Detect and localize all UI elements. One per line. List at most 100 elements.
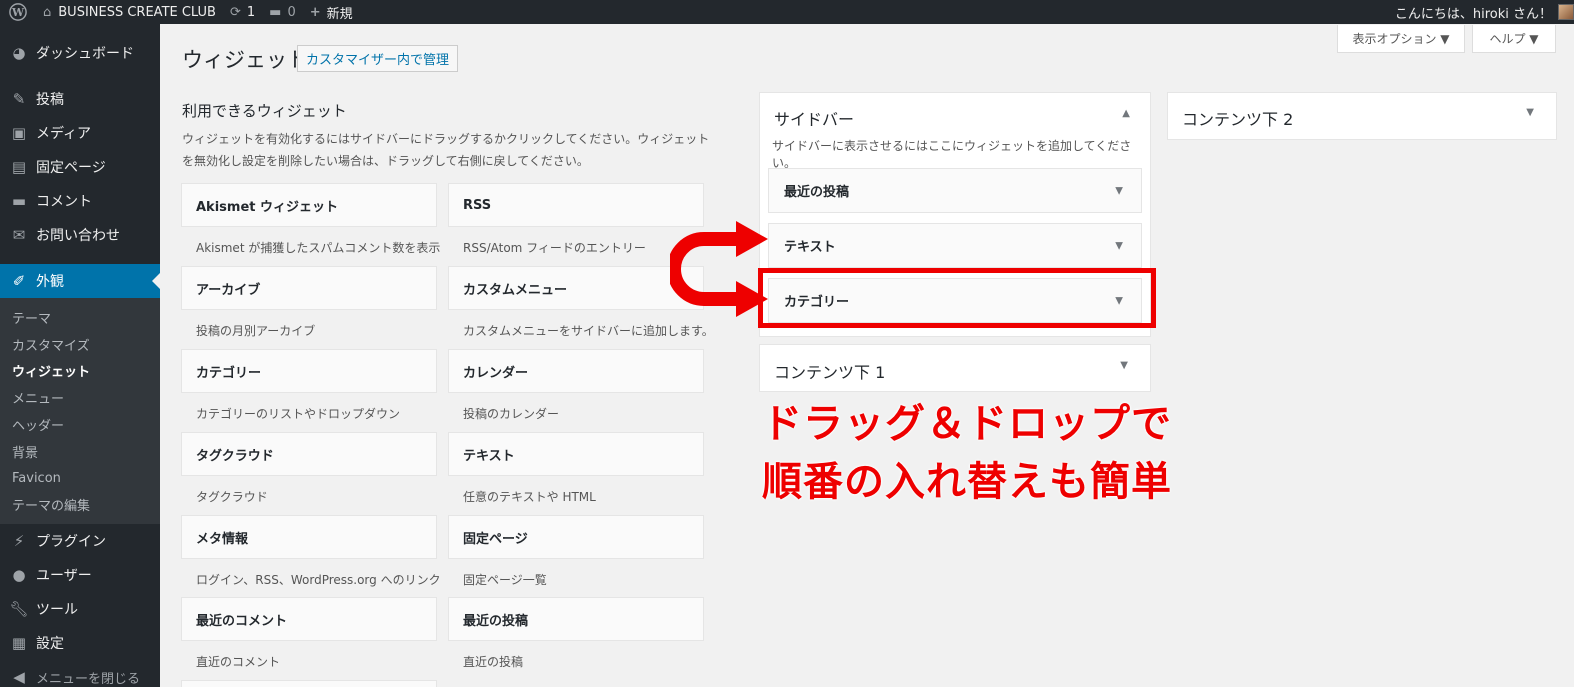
menu-label: ユーザー (36, 568, 92, 585)
user-icon: ● (12, 566, 26, 585)
widget-recent-comments[interactable]: 最近のコメント (181, 597, 437, 641)
widget-title: 最近の投稿 (784, 185, 850, 200)
appearance-submenu: テーマ カスタマイズ ウィジェット メニュー ヘッダー 背景 Favicon テ… (0, 298, 160, 525)
widget-desc: 任意のテキストや HTML (463, 490, 596, 504)
widget-calendar[interactable]: カレンダー (448, 349, 704, 393)
widget-akismet[interactable]: Akismet ウィジェット (181, 183, 437, 227)
menu-item-users[interactable]: ● ユーザー (0, 558, 160, 592)
mail-icon: ✉ (12, 226, 26, 244)
swap-arrow-icon (670, 221, 768, 317)
updates-count: 1 (246, 4, 256, 20)
comments-link[interactable]: ▬ 0 (262, 0, 303, 24)
comment-icon: ▬ (269, 4, 282, 20)
menu-label: ダッシュボード (36, 46, 134, 62)
sidebar-area-description: サイドバーに表示させるにはここにウィジェットを追加してください。 (772, 139, 1132, 170)
widget-desc: タグクラウド (196, 490, 268, 504)
menu-item-appearance[interactable]: ✐ 外観 (0, 264, 160, 298)
widget-recent-posts[interactable]: 最近の投稿 (448, 597, 704, 641)
menu-item-dashboard[interactable]: ◕ ダッシュボード (0, 36, 160, 70)
new-content-link[interactable]: + 新規 (303, 0, 360, 24)
menu-item-tools[interactable]: 🔧︎ ツール (0, 592, 160, 626)
menu-item-posts[interactable]: ✎ 投稿 (0, 82, 160, 116)
svg-text:W: W (11, 6, 25, 19)
settings-icon: ▦ (11, 634, 27, 653)
menu-label: お問い合わせ (36, 228, 120, 244)
submenu-item-favicon[interactable]: Favicon (0, 465, 160, 492)
area-title: コンテンツ下 2 (1182, 110, 1294, 129)
widget-text[interactable]: テキスト (448, 432, 704, 476)
widget-pages[interactable]: 固定ページ (448, 515, 704, 559)
plugin-icon: ⚡ (13, 532, 25, 551)
chevron-down-icon[interactable]: ▼ (1115, 240, 1123, 251)
widget-custom-menu[interactable]: カスタムメニュー (448, 266, 704, 310)
site-name: BUSINESS CREATE CLUB (58, 4, 216, 20)
menu-item-comments[interactable]: ▬ コメント (0, 184, 160, 218)
widget-desc: 投稿の月別アーカイブ (196, 324, 316, 338)
menu-item-pages[interactable]: ▤ 固定ページ (0, 150, 160, 184)
submenu-item-widgets[interactable]: ウィジェット (0, 358, 160, 385)
wordpress-logo-icon[interactable]: W (0, 0, 36, 24)
chevron-down-icon[interactable]: ▼ (1120, 360, 1128, 371)
menu-label: ツール (36, 602, 78, 619)
brush-icon: ✐ (12, 272, 26, 290)
menu-item-contact[interactable]: ✉ お問い合わせ (0, 218, 160, 252)
site-name-link[interactable]: ⌂ BUSINESS CREATE CLUB (36, 0, 223, 24)
sidebar-widget-recent-posts[interactable]: 最近の投稿 ▼ (768, 168, 1142, 213)
menu-label: メニューを閉じる (36, 671, 141, 687)
widget-desc: ログイン、RSS、WordPress.org へのリンク (196, 573, 441, 587)
menu-label: プラグイン (36, 534, 106, 551)
widget-desc: 直近のコメント (196, 655, 281, 669)
account-menu[interactable]: こんにちは、hiroki さん！ (1388, 0, 1574, 24)
widget-title: テキスト (784, 240, 836, 255)
collapse-arrow-icon: ◀ (13, 668, 25, 687)
admin-bar: W ⌂ BUSINESS CREATE CLUB ⟳ 1 ▬ 0 + 新規 こん… (0, 0, 1574, 24)
annotation-line-2: 順番の入れ替えも簡単 (762, 459, 1172, 505)
sidebar-widget-text[interactable]: テキスト ▼ (768, 223, 1142, 268)
menu-item-media[interactable]: ▣ メディア (0, 116, 160, 150)
chevron-down-icon[interactable]: ▼ (1526, 107, 1534, 118)
wrench-icon: 🔧︎ (9, 600, 29, 619)
help-button[interactable]: ヘルプ ▼ (1472, 25, 1556, 53)
submenu-item-customize[interactable]: カスタマイズ (0, 331, 160, 358)
sidebar-area-title: サイドバー (774, 110, 855, 129)
widget-desc: 固定ページ一覧 (463, 573, 547, 587)
available-widgets-description: ウィジェットを有効化するにはサイドバーにドラッグするかクリックしてください。ウィ… (182, 132, 710, 168)
widget-desc: Akismet が捕獲したスパムコメント数を表示 (196, 241, 441, 255)
menu-label: メディア (36, 126, 92, 142)
content-below-1-area[interactable]: コンテンツ下 1 ▼ (759, 344, 1151, 392)
menu-label: 外観 (36, 274, 64, 290)
widget-partial[interactable] (181, 680, 437, 687)
updates-link[interactable]: ⟳ 1 (223, 0, 262, 24)
menu-label: 投稿 (36, 92, 64, 108)
menu-label: 固定ページ (36, 160, 106, 176)
avatar (1558, 4, 1574, 20)
chevron-down-icon[interactable]: ▼ (1115, 185, 1123, 196)
area-title: コンテンツ下 1 (774, 363, 886, 382)
new-label: 新規 (326, 6, 353, 22)
manage-in-customizer-button[interactable]: カスタマイザー内で管理 (297, 45, 459, 72)
greeting: こんにちは、hiroki さん！ (1394, 6, 1552, 22)
widget-desc: 直近の投稿 (463, 655, 524, 669)
content-below-2-area[interactable]: コンテンツ下 2 ▼ (1167, 92, 1557, 140)
widget-categories[interactable]: カテゴリー (181, 349, 437, 393)
page-title: ウィジェット (182, 48, 308, 72)
submenu-item-themes[interactable]: テーマ (0, 304, 160, 331)
menu-item-settings[interactable]: ▦ 設定 (0, 626, 160, 660)
submenu-item-theme-editor[interactable]: テーマの編集 (0, 492, 160, 519)
highlight-box (758, 268, 1156, 328)
submenu-item-menus[interactable]: メニュー (0, 384, 160, 411)
home-icon: ⌂ (43, 4, 52, 20)
widget-tag-cloud[interactable]: タグクラウド (181, 432, 437, 476)
menu-item-plugins[interactable]: ⚡ プラグイン (0, 524, 160, 558)
collapse-up-icon[interactable]: ▲ (1122, 108, 1130, 119)
collapse-menu-button[interactable]: ◀ メニューを閉じる (0, 660, 160, 687)
screen-options-button[interactable]: 表示オプション ▼ (1337, 25, 1465, 53)
menu-label: 設定 (36, 636, 64, 653)
widget-desc: 投稿のカレンダー (463, 407, 560, 421)
widget-rss[interactable]: RSS (448, 183, 704, 227)
annotation-text: ドラッグ＆ドロップで 順番の入れ替えも簡単 (762, 395, 1172, 511)
widget-archives[interactable]: アーカイブ (181, 266, 437, 310)
submenu-item-header[interactable]: ヘッダー (0, 411, 160, 438)
submenu-item-background[interactable]: 背景 (0, 438, 160, 465)
widget-meta[interactable]: メタ情報 (181, 515, 437, 559)
